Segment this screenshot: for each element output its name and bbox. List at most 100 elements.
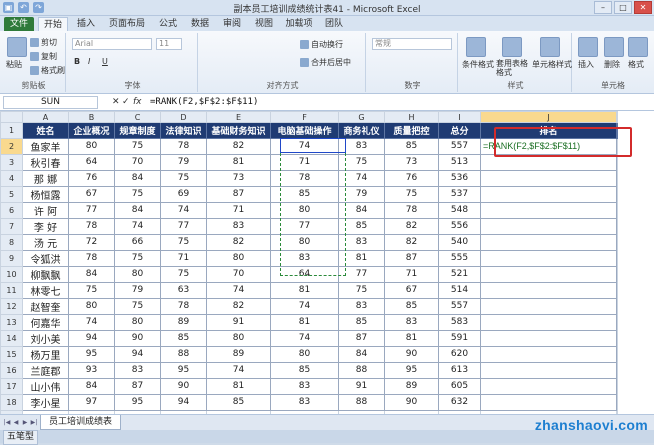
table-cell[interactable]: 兰庭郡 [22, 361, 69, 379]
table-cell[interactable]: 71 [206, 201, 271, 219]
column-header-c[interactable]: C [114, 111, 161, 123]
table-cell[interactable]: 540 [438, 233, 481, 251]
table-cell[interactable]: 513 [438, 153, 481, 171]
cell[interactable] [616, 265, 618, 283]
row-header[interactable]: 1 [0, 122, 23, 139]
cell[interactable] [616, 345, 618, 363]
table-cell[interactable]: 81 [206, 153, 271, 171]
table-cell[interactable]: 83 [114, 361, 161, 379]
column-header-a[interactable]: A [22, 111, 69, 123]
table-cell[interactable]: 78 [384, 201, 439, 219]
table-cell[interactable]: 93 [68, 361, 115, 379]
cell[interactable] [616, 185, 618, 203]
table-cell[interactable]: 81 [270, 281, 339, 299]
table-cell[interactable]: 75 [114, 185, 161, 203]
table-cell[interactable]: 64 [68, 153, 115, 171]
table-cell[interactable]: 83 [270, 393, 339, 411]
table-cell[interactable]: 80 [114, 265, 161, 283]
table-cell[interactable]: 80 [206, 249, 271, 267]
table-cell[interactable]: 632 [438, 393, 481, 411]
row-header[interactable]: 17 [0, 377, 23, 395]
table-cell[interactable]: 82 [206, 233, 271, 251]
insert-function-icon[interactable]: fx [133, 96, 142, 109]
table-cell[interactable]: 548 [438, 201, 481, 219]
table-cell[interactable]: 75 [384, 185, 439, 203]
table-cell[interactable]: 70 [206, 265, 271, 283]
column-header-k[interactable] [616, 111, 618, 123]
table-cell[interactable]: 83 [270, 377, 339, 395]
delete-button[interactable]: 删除 [604, 59, 620, 70]
rank-cell[interactable] [480, 281, 617, 299]
tab-team[interactable]: 团队 [320, 17, 348, 31]
table-cell[interactable]: 521 [438, 265, 481, 283]
rank-cell[interactable] [480, 297, 617, 315]
column-header-b[interactable]: B [68, 111, 115, 123]
table-cell[interactable]: 78 [68, 217, 115, 235]
column-header-e[interactable]: E [206, 111, 271, 123]
row-header[interactable]: 9 [0, 249, 23, 267]
table-cell[interactable]: 82 [384, 233, 439, 251]
close-button[interactable]: ✕ [634, 1, 652, 14]
column-header-h[interactable]: H [384, 111, 439, 123]
column-header-i[interactable]: I [438, 111, 481, 123]
table-cell[interactable]: 95 [160, 361, 207, 379]
insert-button[interactable]: 插入 [578, 59, 594, 70]
table-cell[interactable]: 82 [206, 137, 271, 155]
table-cell[interactable]: 李 好 [22, 217, 69, 235]
table-cell[interactable]: 97 [68, 393, 115, 411]
table-header-cell[interactable]: 基础财务知识 [206, 122, 271, 139]
bold-button[interactable]: B [74, 57, 80, 66]
row-header[interactable]: 18 [0, 393, 23, 411]
row-header[interactable]: 12 [0, 297, 23, 315]
table-cell[interactable]: 605 [438, 377, 481, 395]
table-cell[interactable]: 74 [160, 201, 207, 219]
rank-cell[interactable] [480, 361, 617, 379]
table-cell[interactable]: 90 [160, 377, 207, 395]
rank-cell[interactable] [480, 217, 617, 235]
conditional-format-button[interactable]: 条件格式 [462, 59, 494, 70]
format-button[interactable]: 格式 [628, 59, 644, 70]
table-cell[interactable]: 76 [384, 169, 439, 187]
row-header[interactable]: 14 [0, 329, 23, 347]
table-cell[interactable]: 80 [206, 329, 271, 347]
row-header[interactable]: 6 [0, 201, 23, 219]
table-cell[interactable]: 秋引春 [22, 153, 69, 171]
table-cell[interactable]: 74 [206, 281, 271, 299]
row-header[interactable]: 5 [0, 185, 23, 203]
rank-cell[interactable] [480, 313, 617, 331]
last-sheet-icon[interactable]: ▶| [30, 418, 38, 427]
table-cell[interactable]: 63 [160, 281, 207, 299]
table-cell[interactable]: 74 [206, 361, 271, 379]
tab-review[interactable]: 审阅 [218, 17, 246, 31]
table-cell[interactable]: 84 [114, 169, 161, 187]
table-cell[interactable]: 95 [384, 361, 439, 379]
table-cell[interactable]: 杨恒露 [22, 185, 69, 203]
table-cell[interactable]: 71 [384, 265, 439, 283]
table-cell[interactable]: 85 [270, 361, 339, 379]
table-cell[interactable]: 80 [68, 137, 115, 155]
table-cell[interactable]: 85 [384, 137, 439, 155]
table-cell[interactable]: 67 [68, 185, 115, 203]
table-cell[interactable]: 72 [68, 233, 115, 251]
column-header-j[interactable]: J [480, 111, 617, 123]
table-cell[interactable]: 94 [114, 345, 161, 363]
table-cell[interactable]: 82 [384, 217, 439, 235]
table-cell[interactable]: 88 [338, 361, 385, 379]
table-format-button[interactable]: 套用表格格式 [496, 59, 530, 77]
table-cell[interactable]: 85 [338, 313, 385, 331]
cell[interactable] [616, 201, 618, 219]
tab-data[interactable]: 数据 [186, 17, 214, 31]
table-cell[interactable]: 75 [114, 249, 161, 267]
select-all-corner[interactable] [0, 111, 23, 123]
rank-cell[interactable] [480, 329, 617, 347]
table-cell[interactable]: 83 [338, 297, 385, 315]
cell-styles-button[interactable]: 单元格样式 [532, 59, 572, 70]
tab-file[interactable]: 文件 [4, 17, 34, 31]
rank-cell[interactable] [480, 265, 617, 283]
table-cell[interactable]: 95 [114, 393, 161, 411]
table-cell[interactable]: 那 娜 [22, 169, 69, 187]
cell[interactable] [616, 313, 618, 331]
enter-icon[interactable]: ✓ [122, 96, 130, 109]
row-header[interactable]: 15 [0, 345, 23, 363]
cell[interactable] [616, 297, 618, 315]
